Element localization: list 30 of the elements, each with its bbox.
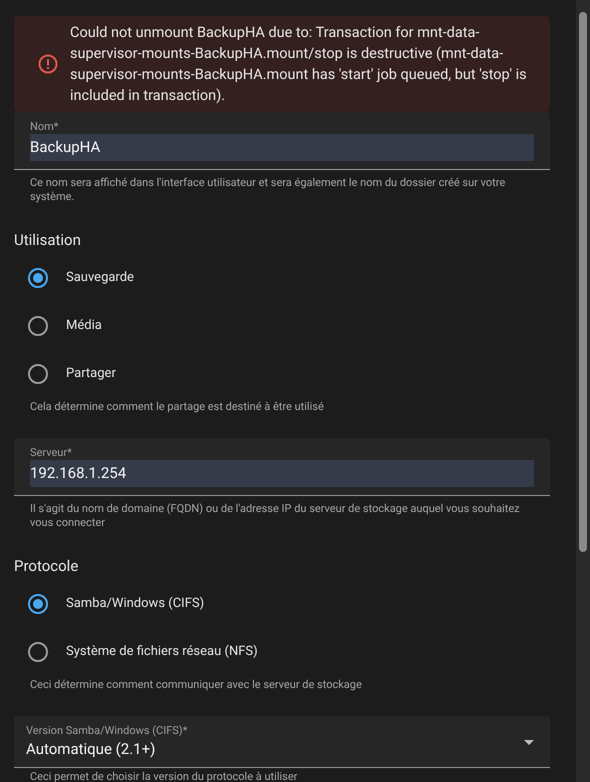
- section-title: Protocole: [14, 556, 80, 576]
- field-value: 192.168.1.254: [30, 460, 534, 487]
- helper-text: Il s'agit du nom de domaine (FQDN) ou de l'adresse IP du serveur de stockage auquel vous souhaitez vous connecter: [29, 501, 521, 530]
- radio-button[interactable]: [28, 316, 48, 336]
- select-label: Version Samba/Windows (CIFS)*: [26, 724, 188, 738]
- radio-label: Sauvegarde: [66, 269, 134, 288]
- radio-button[interactable]: [28, 594, 48, 614]
- helper-text: Cela détermine comment le partage est destiné à être utilisé: [29, 399, 325, 414]
- scrollbar[interactable]: [576, 0, 590, 782]
- radio-label: Samba/Windows (CIFS): [66, 595, 204, 614]
- radio-label: Média: [66, 317, 102, 336]
- helper-text: Ceci permet de choisir la version du protocole à utiliser: [29, 769, 298, 782]
- section-title: Utilisation: [14, 230, 82, 250]
- helper-text: Ceci détermine comment communiquer avec le serveur de stockage: [29, 677, 363, 692]
- radio-label: Système de fichiers réseau (NFS): [66, 643, 258, 662]
- radio-button[interactable]: [28, 268, 48, 288]
- field-value: BackupHA: [30, 134, 534, 161]
- radio-button[interactable]: [28, 364, 48, 384]
- text-field[interactable]: Nom* BackupHA: [14, 112, 550, 170]
- helper-text: Ce nom sera affiché dans l'interface utilisateur et sera également le nom du dossier créé sur votre système.: [29, 175, 506, 204]
- dropdown-arrow-icon: [524, 740, 534, 744]
- version-select[interactable]: Version Samba/Windows (CIFS)* Automatique (2.1+): [14, 716, 550, 768]
- field-label: Serveur*: [30, 446, 73, 460]
- field-label: Nom*: [30, 120, 60, 134]
- text-field[interactable]: Serveur* 192.168.1.254: [14, 438, 550, 496]
- radio-button[interactable]: [28, 642, 48, 662]
- select-value: Automatique (2.1+): [26, 739, 156, 760]
- radio-label: Partager: [66, 365, 116, 384]
- error-message: Could not unmount BackupHA due to: Transaction for mnt-data-supervisor-mounts-BackupHA.mount/stop is destructive (mnt-data-supervisor-mounts-BackupHA.mount has 'start' job queued, but 'stop' is included in transaction).: [70, 23, 528, 106]
- error-icon: [38, 54, 58, 74]
